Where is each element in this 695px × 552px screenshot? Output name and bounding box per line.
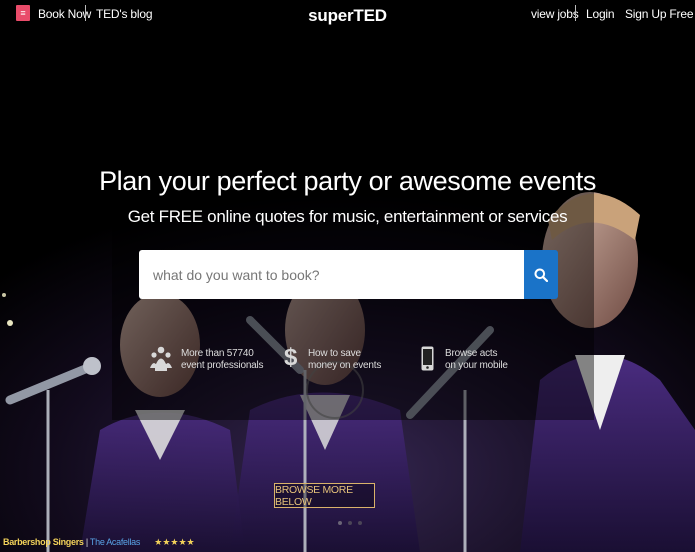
dollar-icon: $ (284, 344, 298, 371)
nav-divider (575, 5, 576, 21)
hero-subtitle: Get FREE online quotes for music, entert… (127, 207, 568, 226)
rating-stars: ★★★★★ (154, 537, 195, 547)
feature-professionals: More than 57740 event professionals (150, 346, 264, 376)
caption-title: Barbershop Singers (3, 537, 84, 547)
feature-line: More than 57740 (181, 348, 254, 359)
caption-act-link[interactable]: The Acafellas (90, 537, 140, 547)
search-bar (139, 250, 558, 299)
feature-line: event professionals (181, 360, 264, 371)
feature-line: How to save (308, 348, 361, 359)
search-button[interactable] (524, 250, 558, 299)
top-navigation: ≡ Book Now TED's blog superTED view jobs… (0, 0, 695, 30)
caption-separator: | (85, 537, 88, 547)
login-link[interactable]: Login (586, 7, 615, 21)
feature-mobile: Browse acts on your mobile (421, 346, 521, 376)
view-jobs-link[interactable]: view jobs (531, 7, 579, 21)
browse-more-button[interactable]: BROWSE MORE BELOW (274, 483, 375, 508)
feature-line: money on events (308, 360, 382, 371)
feature-line: on your mobile (445, 360, 508, 371)
feature-save-money: $ How to save money on events (284, 346, 384, 376)
people-icon (150, 346, 172, 371)
hero-title: Plan your perfect party or awesome event… (99, 166, 596, 196)
hero-section: ≡ Book Now TED's blog superTED view jobs… (0, 0, 695, 552)
photo-caption: Barbershop Singers | The Acafellas ★★★★★ (3, 537, 195, 548)
mobile-icon (421, 346, 434, 371)
signup-link[interactable]: Sign Up Free (625, 7, 694, 21)
feature-line: Browse acts (445, 348, 498, 359)
search-icon (534, 268, 548, 282)
search-input[interactable] (139, 250, 524, 299)
